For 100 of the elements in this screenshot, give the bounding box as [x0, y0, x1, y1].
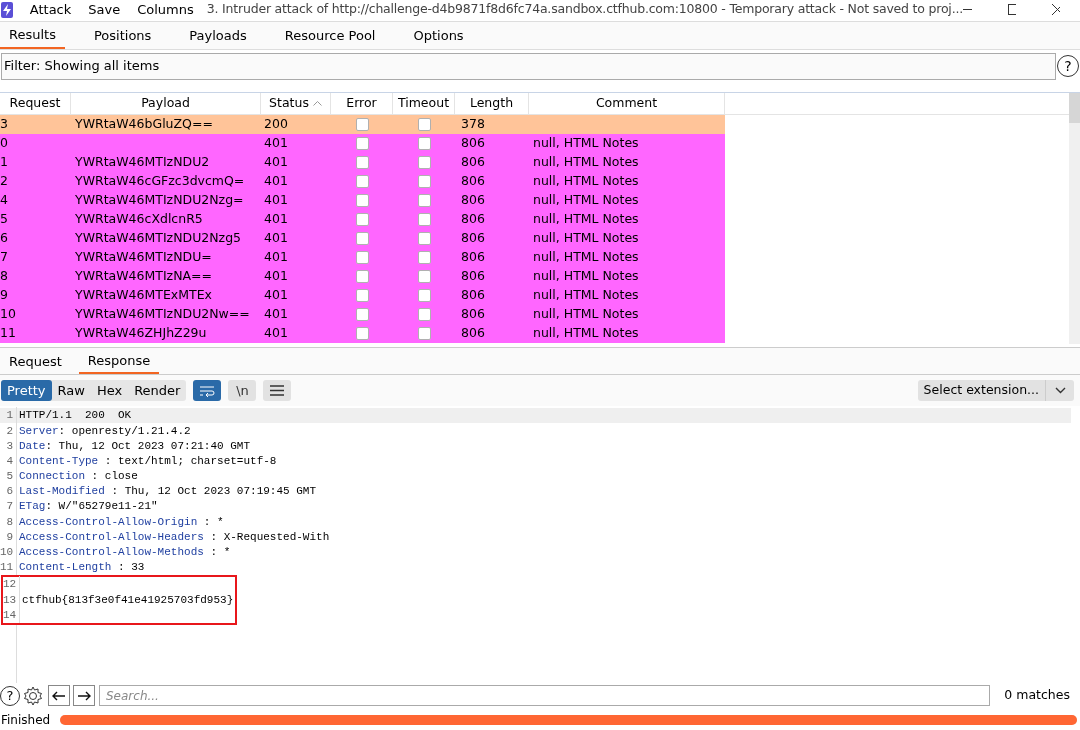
table-row[interactable]: 1 YWRtaW46MTIzNDU2 401 806 null, HTML Notes	[0, 153, 725, 172]
match-count: 0 matches	[1004, 686, 1070, 705]
table-row[interactable]: 5 YWRtaW46cXdlcnR5 401 806 null, HTML Notes	[0, 210, 725, 229]
close-icon[interactable]	[1051, 4, 1060, 15]
checkbox[interactable]	[417, 156, 431, 169]
extension-select[interactable]: Select extension...	[917, 380, 1074, 401]
tab[interactable]: Results	[0, 22, 65, 49]
back-button[interactable]	[48, 685, 70, 706]
column-header[interactable]: Length	[455, 93, 529, 114]
checkbox[interactable]	[417, 270, 431, 283]
checkbox[interactable]	[355, 270, 369, 283]
line-number: 5	[0, 468, 17, 485]
table-cell-text: 2	[0, 172, 9, 191]
column-header[interactable]: Error	[331, 93, 393, 114]
tab[interactable]: Positions	[84, 22, 161, 49]
forward-button[interactable]	[73, 685, 95, 706]
tab[interactable]: Request	[0, 350, 71, 374]
table-cell-text: 200	[263, 115, 289, 134]
line-number: 8	[0, 513, 17, 531]
table-cell-text: 806	[460, 324, 486, 343]
checkbox[interactable]	[417, 308, 431, 321]
table-cell-text: 0	[0, 134, 9, 153]
checkbox[interactable]	[355, 194, 369, 207]
line-number: 9	[0, 528, 17, 546]
column-header[interactable]: Request	[0, 93, 71, 114]
checkbox[interactable]	[417, 289, 431, 302]
table-cell-text: 6	[0, 229, 9, 248]
table-row[interactable]: 2 YWRtaW46cGFzc3dvcmQ= 401 806 null, HTML Notes	[0, 172, 725, 191]
table-row[interactable]: 4 YWRtaW46MTIzNDU2Nzg= 401 806 null, HTML Notes	[0, 191, 725, 210]
checkbox[interactable]	[417, 232, 431, 245]
checkbox[interactable]	[417, 137, 431, 150]
table-cell-text: 806	[460, 191, 486, 210]
tab[interactable]: Payloads	[180, 22, 256, 49]
table-row[interactable]: 3 YWRtaW46bGluZQ== 200 378	[0, 115, 725, 134]
column-header[interactable]: Status	[261, 93, 331, 114]
line-number: 7	[0, 498, 17, 515]
checkbox[interactable]	[417, 118, 431, 131]
checkbox[interactable]	[355, 175, 369, 188]
checkbox[interactable]	[417, 327, 431, 340]
checkbox[interactable]	[355, 289, 369, 302]
maximize-icon[interactable]	[1007, 4, 1016, 15]
checkbox[interactable]	[417, 251, 431, 264]
checkbox[interactable]	[417, 213, 431, 226]
table-row[interactable]: 9 YWRtaW46MTExMTEx 401 806 null, HTML Notes	[0, 286, 725, 305]
checkbox[interactable]	[355, 308, 369, 321]
table-row[interactable]: 8 YWRtaW46MTIzNA== 401 806 null, HTML Notes	[0, 267, 725, 286]
checkbox[interactable]	[355, 251, 369, 264]
table-cell-text: YWRtaW46MTIzNDU2Nzg=	[74, 191, 245, 210]
table-row[interactable]: 0 401 806 null, HTML Notes	[0, 134, 725, 153]
menu-item[interactable]: Save	[88, 0, 121, 20]
table-cell-text: YWRtaW46MTIzNDU2	[74, 153, 211, 172]
filter-bar[interactable]: Filter: Showing all items	[1, 52, 1056, 80]
checkbox[interactable]	[355, 232, 369, 245]
table-cell-text: 806	[460, 229, 486, 248]
table-row[interactable]: 7 YWRtaW46MTIzNDU= 401 806 null, HTML Notes	[0, 248, 725, 267]
code-line: ETag: W/"65279e11-21"	[19, 500, 158, 513]
table-cell-text: null, HTML Notes	[532, 267, 640, 286]
column-header[interactable]: Comment	[529, 93, 725, 114]
table-row[interactable]: 11 YWRtaW46ZHJhZ29u 401 806 null, HTML Notes	[0, 324, 725, 343]
table-cell-text: null, HTML Notes	[532, 134, 640, 153]
newline-toggle[interactable]: \n	[228, 380, 257, 401]
scrollbar[interactable]	[1069, 93, 1080, 344]
menu-item[interactable]: Columns	[137, 0, 194, 20]
view-mode-button[interactable]: Render	[128, 380, 187, 401]
arrow-right-icon	[77, 690, 91, 701]
column-header[interactable]: Timeout	[393, 93, 455, 114]
menu-item[interactable]: Attack	[29, 0, 72, 20]
table-cell-text: null, HTML Notes	[532, 210, 640, 229]
column-header[interactable]: Payload	[71, 93, 261, 114]
search-field[interactable]: Search...	[99, 685, 990, 706]
checkbox[interactable]	[417, 194, 431, 207]
view-mode-button[interactable]: Pretty	[1, 380, 52, 401]
checkbox[interactable]	[355, 327, 369, 340]
table-row[interactable]: 10 YWRtaW46MTIzNDU2Nw== 401 806 null, HTML Notes	[0, 305, 725, 324]
menu-toggle[interactable]	[263, 380, 292, 401]
line-number: 12	[3, 576, 20, 593]
minimize-icon[interactable]	[962, 8, 972, 11]
table-cell-text: 401	[263, 305, 289, 324]
checkbox[interactable]	[417, 175, 431, 188]
view-mode-button[interactable]: Hex	[90, 380, 129, 401]
code-line: Access-Control-Allow-Methods : *	[19, 546, 231, 559]
table-cell-text: null, HTML Notes	[532, 305, 640, 324]
view-mode-button[interactable]: Raw	[51, 380, 91, 401]
checkbox[interactable]	[355, 156, 369, 169]
table-cell-text: YWRtaW46MTIzNDU=	[74, 248, 213, 267]
table-cell-text: 9	[0, 286, 9, 305]
table-cell-text: 401	[263, 191, 289, 210]
checkbox[interactable]	[355, 118, 369, 131]
tab[interactable]: Resource Pool	[275, 22, 385, 49]
table-cell-text: 401	[263, 210, 289, 229]
table-cell-text: 806	[460, 305, 486, 324]
settings-icon[interactable]	[22, 684, 44, 707]
table-cell-text: YWRtaW46ZHJhZ29u	[74, 324, 208, 343]
table-row[interactable]: 6 YWRtaW46MTIzNDU2Nzg5 401 806 null, HTML Notes	[0, 229, 725, 248]
tab[interactable]: Options	[404, 22, 473, 49]
checkbox[interactable]	[355, 213, 369, 226]
checkbox[interactable]	[355, 137, 369, 150]
code-line: Last-Modified : Thu, 12 Oct 2023 07:19:45 GMT	[19, 485, 317, 498]
line-number: 14	[3, 606, 20, 624]
wrap-toggle[interactable]	[193, 380, 222, 401]
